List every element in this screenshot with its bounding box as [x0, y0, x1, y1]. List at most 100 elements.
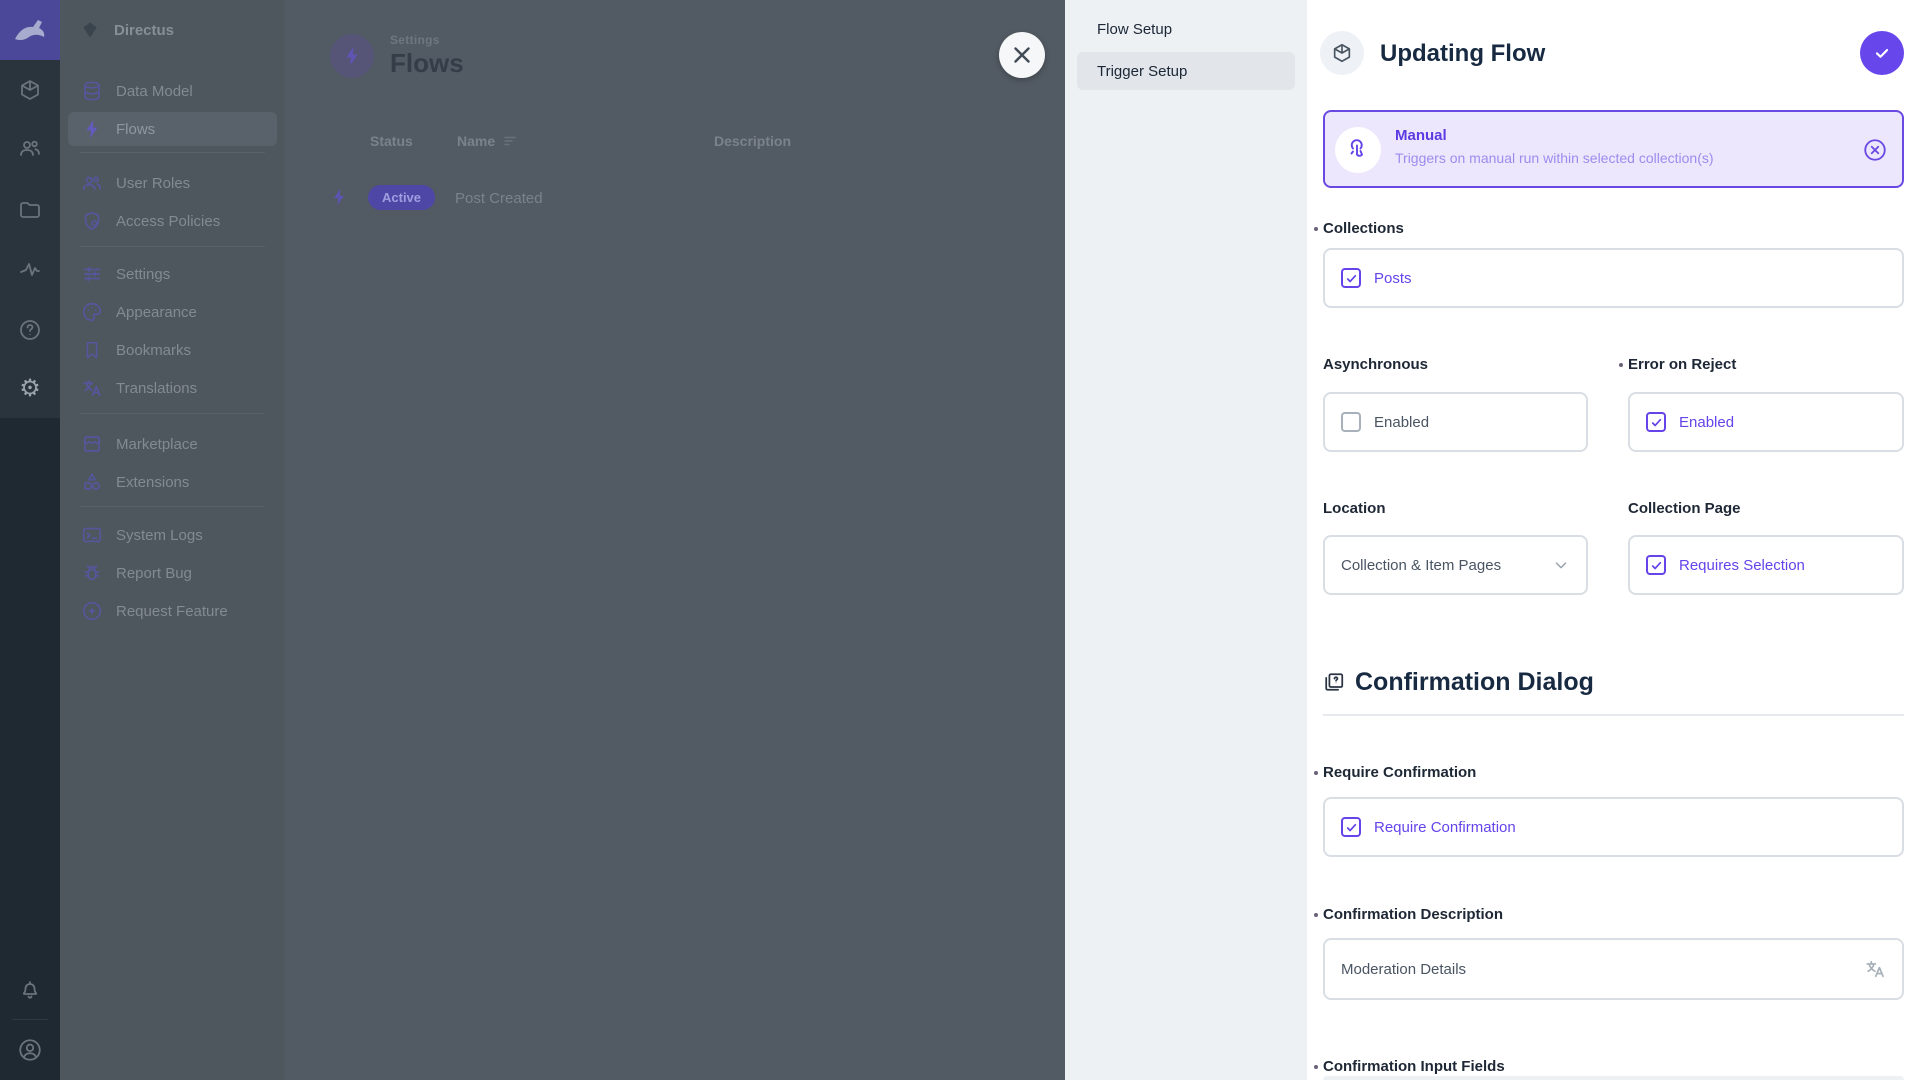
require-confirmation-checkbox[interactable]: [1341, 817, 1361, 837]
error-on-reject-checkbox-label[interactable]: Enabled: [1679, 414, 1734, 431]
sidebar-item-label: Bookmarks: [116, 342, 191, 359]
sidebar-item-label: User Roles: [116, 175, 190, 192]
bolt-icon: [341, 45, 363, 67]
sidebar-item-label: Appearance: [116, 304, 197, 321]
translate-icon: [81, 377, 103, 399]
cube-icon: [1331, 42, 1353, 64]
sidebar-item-data-model[interactable]: Data Model: [68, 74, 277, 108]
requires-selection-checkbox[interactable]: [1646, 555, 1666, 575]
user-avatar-icon[interactable]: [0, 1020, 60, 1080]
nav-sidebar: Directus Data Model Flows User Roles Acc…: [60, 0, 285, 1080]
require-confirmation-checkbox-label[interactable]: Require Confirmation: [1374, 819, 1516, 836]
drawer-header-icon: [1320, 31, 1364, 75]
gem-icon: [80, 20, 100, 40]
row-location-page-boxes: Collection & Item Pages Requires Selecti…: [1323, 535, 1904, 595]
confirmation-description-value: Moderation Details: [1341, 961, 1466, 978]
sidebar-item-marketplace[interactable]: Marketplace: [68, 427, 277, 461]
collection-page-box: Requires Selection: [1628, 535, 1904, 595]
chevron-down-icon: [1552, 556, 1570, 574]
collection-page-label: Collection Page: [1628, 500, 1904, 517]
sidebar-item-report-bug[interactable]: Report Bug: [68, 556, 277, 590]
error-on-reject-label: Error on Reject: [1628, 356, 1904, 373]
close-drawer-button[interactable]: [999, 32, 1045, 78]
column-name[interactable]: Name: [457, 133, 517, 149]
posts-checkbox-label[interactable]: Posts: [1374, 270, 1412, 287]
save-button[interactable]: [1860, 31, 1904, 75]
people-icon: [81, 172, 103, 194]
trigger-card[interactable]: Manual Triggers on manual run within sel…: [1323, 110, 1904, 188]
shield-lock-icon: [81, 210, 103, 232]
confirmation-dialog-section: Confirmation Dialog: [1323, 668, 1904, 716]
require-confirmation-field: Require Confirmation: [1323, 764, 1904, 781]
sidebar-item-label: Extensions: [116, 474, 189, 491]
settings-module-icon[interactable]: ⚙: [0, 358, 60, 418]
asynchronous-box: Enabled: [1323, 392, 1588, 452]
bookmark-icon: [81, 339, 103, 361]
users-module-icon[interactable]: [0, 118, 60, 178]
directus-logo-tile[interactable]: [0, 0, 60, 60]
bug-icon: [81, 562, 103, 584]
drawer: Updating Flow Manual Triggers on manual …: [1307, 0, 1920, 1080]
breadcrumb[interactable]: Settings: [390, 33, 464, 47]
section-heading-text: Confirmation Dialog: [1355, 668, 1594, 697]
sidebar-divider: [80, 413, 265, 414]
asynchronous-label: Asynchronous: [1323, 356, 1588, 373]
drawer-nav-panel: Flow Setup Trigger Setup: [1065, 0, 1307, 1080]
sidebar-item-label: Translations: [116, 380, 197, 397]
check-icon: [1872, 43, 1892, 63]
error-on-reject-checkbox[interactable]: [1646, 412, 1666, 432]
drawer-nav-flow-setup[interactable]: Flow Setup: [1077, 10, 1295, 48]
translate-icon[interactable]: [1864, 958, 1886, 980]
status-badge: Active: [368, 185, 435, 210]
files-module-icon[interactable]: [0, 180, 60, 240]
sidebar-item-system-logs[interactable]: System Logs: [68, 518, 277, 552]
sidebar-item-label: System Logs: [116, 527, 203, 544]
sidebar-item-extensions[interactable]: Extensions: [68, 465, 277, 499]
location-select[interactable]: Collection & Item Pages: [1323, 535, 1588, 595]
require-confirmation-box: Require Confirmation: [1323, 797, 1904, 857]
sidebar-item-access-policies[interactable]: Access Policies: [68, 204, 277, 238]
sidebar-divider: [80, 506, 265, 507]
feature-icon: [81, 600, 103, 622]
sidebar-item-flows[interactable]: Flows: [68, 112, 277, 146]
flows-header-icon[interactable]: [330, 34, 374, 78]
asynchronous-checkbox-label[interactable]: Enabled: [1374, 414, 1429, 431]
confirmation-description-input[interactable]: Moderation Details: [1323, 938, 1904, 1000]
requires-selection-checkbox-label[interactable]: Requires Selection: [1679, 557, 1805, 574]
sidebar-item-bookmarks[interactable]: Bookmarks: [68, 333, 277, 367]
close-icon: [1013, 46, 1031, 64]
sidebar-item-label: Flows: [116, 121, 155, 138]
error-on-reject-box: Enabled: [1628, 392, 1904, 452]
sidebar-item-label: Request Feature: [116, 603, 228, 620]
palette-icon: [81, 301, 103, 323]
notifications-bell-icon[interactable]: [0, 959, 60, 1019]
main-content: Settings Flows Status Name Description A…: [285, 0, 1065, 1080]
posts-checkbox[interactable]: [1341, 268, 1361, 288]
require-confirmation-label: Require Confirmation: [1323, 764, 1904, 781]
column-description[interactable]: Description: [714, 133, 791, 149]
sidebar-item-settings[interactable]: Settings: [68, 257, 277, 291]
sidebar-item-request-feature[interactable]: Request Feature: [68, 594, 277, 628]
sidebar-item-appearance[interactable]: Appearance: [68, 295, 277, 329]
asynchronous-checkbox[interactable]: [1341, 412, 1361, 432]
column-status[interactable]: Status: [370, 133, 413, 149]
sidebar-divider: [80, 152, 265, 153]
flow-name: Post Created: [455, 190, 543, 207]
drawer-nav-trigger-setup[interactable]: Trigger Setup: [1077, 52, 1295, 90]
sidebar-item-label: Settings: [116, 266, 170, 283]
directus-rabbit-logo: [13, 17, 47, 43]
sidebar-item-label: Data Model: [116, 83, 193, 100]
remove-trigger-button[interactable]: [1862, 137, 1888, 163]
gear-icon: ⚙: [19, 376, 41, 400]
trigger-description: Triggers on manual run within selected c…: [1395, 150, 1714, 166]
project-header[interactable]: Directus: [60, 0, 285, 60]
location-label: Location: [1323, 500, 1588, 517]
table-row[interactable]: Active Post Created: [285, 184, 1065, 214]
content-module-icon[interactable]: [0, 60, 60, 120]
help-module-icon[interactable]: [0, 300, 60, 360]
sidebar-item-user-roles[interactable]: User Roles: [68, 166, 277, 200]
row-async-error-boxes: Enabled Enabled: [1323, 392, 1904, 452]
sidebar-item-translations[interactable]: Translations: [68, 371, 277, 405]
insights-module-icon[interactable]: [0, 240, 60, 300]
collections-box: Posts: [1323, 248, 1904, 308]
